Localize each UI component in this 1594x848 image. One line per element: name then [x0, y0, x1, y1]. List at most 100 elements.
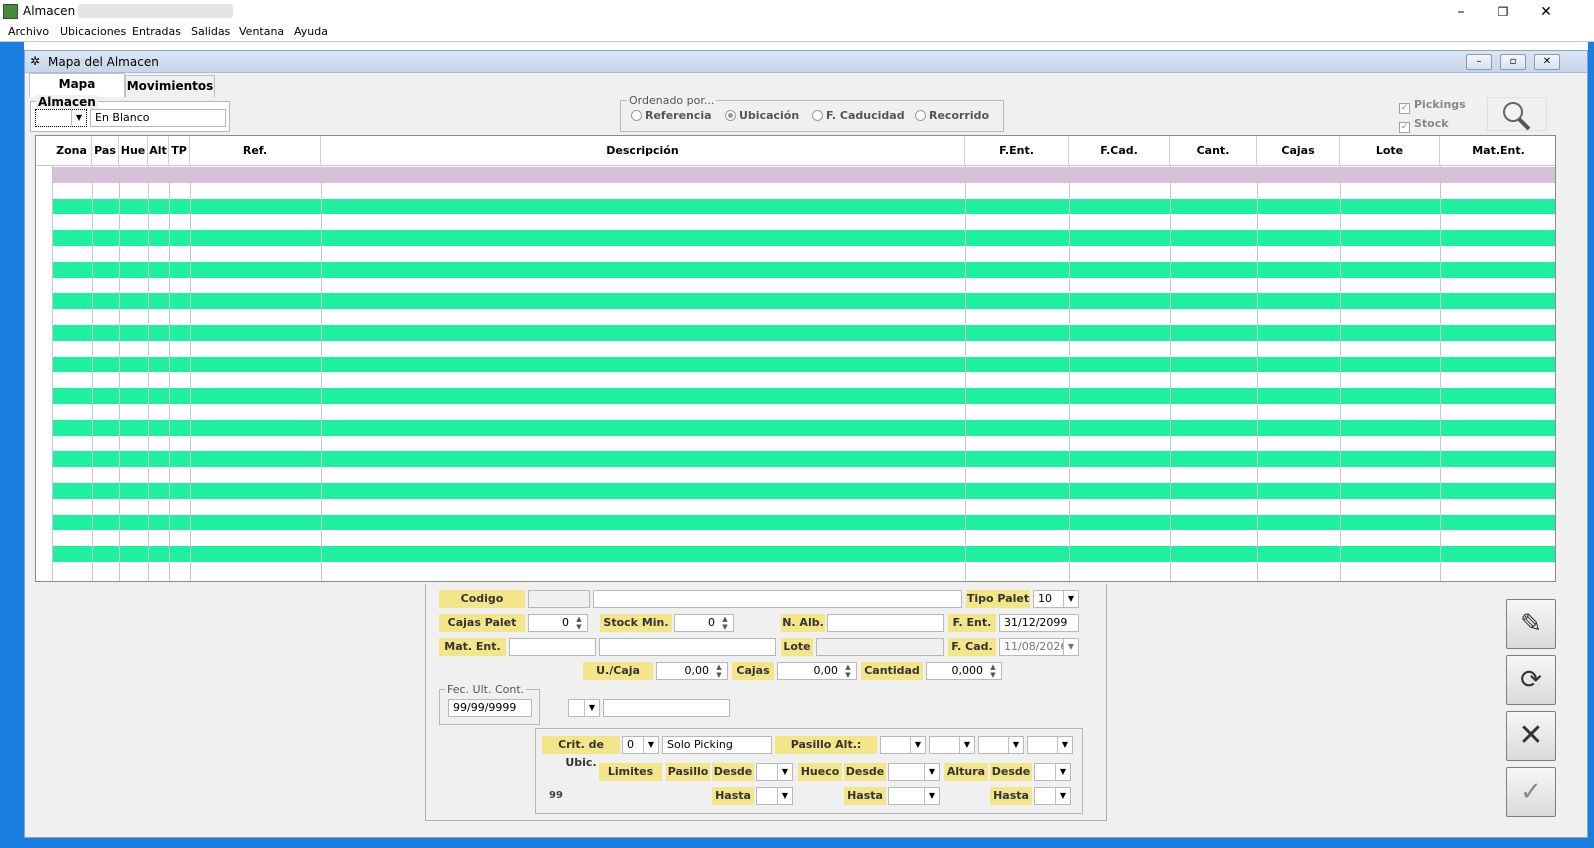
grid-row-selected[interactable]	[52, 167, 1555, 183]
grid-row[interactable]	[52, 325, 1555, 341]
menu-ventana[interactable]: Ventana	[239, 25, 284, 38]
radio-referencia[interactable]: Referencia	[631, 109, 712, 122]
tab-movimientos[interactable]: Movimientos	[125, 75, 215, 97]
pasillo-hasta-select[interactable]: ▼	[756, 787, 793, 805]
spinner-icon[interactable]: ▲ ▼	[572, 615, 586, 631]
radio-f-caducidad[interactable]: F. Caducidad	[812, 109, 905, 122]
grid-row[interactable]	[52, 530, 1555, 547]
grid-row[interactable]	[52, 182, 1555, 186]
spinner-icon[interactable]: ▲ ▼	[712, 663, 726, 679]
grid-row[interactable]	[52, 246, 1555, 262]
col-zona[interactable]: Zona	[52, 136, 92, 166]
lote-field[interactable]	[816, 638, 944, 656]
grid-row[interactable]	[52, 261, 1555, 278]
refresh-button[interactable]: ⟳	[1506, 655, 1556, 705]
pasillo-alt-select-1[interactable]: ▼	[880, 736, 926, 754]
grid-row[interactable]	[52, 451, 1555, 468]
col-mat-ent[interactable]: Mat.Ent.	[1440, 136, 1555, 166]
radio-ubicacion[interactable]: Ubicación	[725, 109, 799, 122]
grid-row[interactable]	[52, 483, 1555, 499]
grid-row[interactable]	[52, 277, 1555, 294]
pickings-checkbox[interactable]: ✓ Pickings	[1399, 98, 1466, 114]
col-alt[interactable]: Alt	[148, 136, 169, 166]
grid-row[interactable]	[52, 356, 1555, 373]
crit-ubic-select[interactable]: 0 ▼	[622, 736, 659, 754]
pasillo-desde-select[interactable]: ▼	[756, 763, 793, 781]
n-alb-field[interactable]	[827, 614, 944, 632]
maximize-button[interactable]: ❐	[1492, 2, 1514, 22]
stock-checkbox[interactable]: ✓ Stock	[1399, 117, 1449, 133]
grid-row[interactable]	[52, 293, 1555, 310]
grid-row[interactable]	[52, 198, 1555, 215]
pasillo-alt-select-2[interactable]: ▼	[929, 736, 975, 754]
child-restore-button[interactable]: ▫	[1500, 54, 1526, 70]
grid-row[interactable]	[52, 498, 1555, 515]
grid-row[interactable]	[52, 309, 1555, 326]
grid-row[interactable]	[52, 435, 1555, 452]
spinner-icon[interactable]: ▲ ▼	[841, 663, 855, 679]
grid-row[interactable]	[52, 214, 1555, 231]
grid-column-line	[190, 166, 191, 581]
chevron-down-icon: ▼	[910, 737, 925, 753]
menu-ayuda[interactable]: Ayuda	[294, 25, 328, 38]
almacen-name-field[interactable]: En Blanco	[90, 109, 226, 127]
f-cad-select[interactable]: 11/08/2026 ▼	[999, 638, 1079, 656]
child-close-button[interactable]: ✕	[1534, 54, 1560, 70]
pasillo-alt-select-3[interactable]: ▼	[978, 736, 1024, 754]
child-minimize-button[interactable]: –	[1466, 54, 1492, 70]
grid-row[interactable]	[52, 340, 1555, 357]
pasillo-alt-select-4[interactable]: ▼	[1027, 736, 1073, 754]
grid-row[interactable]	[52, 372, 1555, 389]
col-cant[interactable]: Cant.	[1170, 136, 1257, 166]
col-lote[interactable]: Lote	[1340, 136, 1440, 166]
extra-field[interactable]	[603, 699, 730, 717]
extra-select[interactable]: ▼	[568, 699, 600, 717]
check-icon: ✓	[1520, 777, 1542, 807]
grid-row[interactable]	[52, 546, 1555, 563]
col-f-cad[interactable]: F.Cad.	[1069, 136, 1170, 166]
tab-mapa[interactable]: Mapa	[29, 73, 125, 97]
grid-row[interactable]	[52, 467, 1555, 484]
f-ent-field[interactable]: 31/12/2099	[999, 614, 1079, 632]
menu-salidas[interactable]: Salidas	[191, 25, 230, 38]
accept-button[interactable]: ✓	[1506, 767, 1556, 817]
grid-row[interactable]	[52, 230, 1555, 247]
tipo-palet-select[interactable]: 10 ▼	[1033, 590, 1079, 608]
col-f-ent[interactable]: F.Ent.	[965, 136, 1069, 166]
check-icon: ✓	[1399, 122, 1410, 133]
col-tp[interactable]: TP	[169, 136, 190, 166]
menu-ubicaciones[interactable]: Ubicaciones	[60, 25, 126, 38]
codigo-field[interactable]	[528, 590, 590, 608]
spinner-icon[interactable]: ▲ ▼	[718, 615, 732, 631]
hueco-hasta-select[interactable]: ▼	[888, 787, 940, 805]
col-pas[interactable]: Pas	[92, 136, 119, 166]
grid-row[interactable]	[52, 514, 1555, 531]
codigo-description-field[interactable]	[593, 590, 962, 608]
spinner-icon[interactable]: ▲ ▼	[986, 663, 1000, 679]
col-cajas[interactable]: Cajas	[1257, 136, 1340, 166]
hueco-desde-select[interactable]: ▼	[888, 763, 940, 781]
grid-row[interactable]	[52, 562, 1555, 578]
fec-ult-cont-field[interactable]: 99/99/9999	[448, 699, 532, 717]
grid-row[interactable]	[52, 419, 1555, 436]
altura-hasta-select[interactable]: ▼	[1034, 787, 1071, 805]
minimize-button[interactable]: –	[1450, 2, 1472, 22]
menu-archivo[interactable]: Archivo	[8, 25, 49, 38]
mat-ent-code-field[interactable]	[509, 638, 596, 656]
almacen-select[interactable]: ▼	[35, 109, 87, 127]
col-descripcion[interactable]: Descripción	[321, 136, 965, 166]
crit-ubic-text[interactable]: Solo Picking	[662, 736, 772, 754]
altura-desde-select[interactable]: ▼	[1034, 763, 1071, 781]
search-button[interactable]	[1487, 97, 1547, 131]
radio-recorrido[interactable]: Recorrido	[915, 109, 989, 122]
col-ref[interactable]: Ref.	[190, 136, 321, 166]
close-button[interactable]: ✕	[1535, 2, 1557, 22]
col-hue[interactable]: Hue	[119, 136, 148, 166]
grid-row[interactable]	[52, 388, 1555, 405]
menu-entradas[interactable]: Entradas	[132, 25, 181, 38]
edit-button[interactable]: ✎	[1506, 599, 1556, 649]
grid-row[interactable]	[52, 404, 1555, 420]
map-grid[interactable]: Zona Pas Hue Alt TP Ref. Descripción F.E…	[35, 135, 1556, 582]
cancel-button[interactable]: ✕	[1506, 711, 1556, 761]
mat-ent-name-field[interactable]	[599, 638, 776, 656]
